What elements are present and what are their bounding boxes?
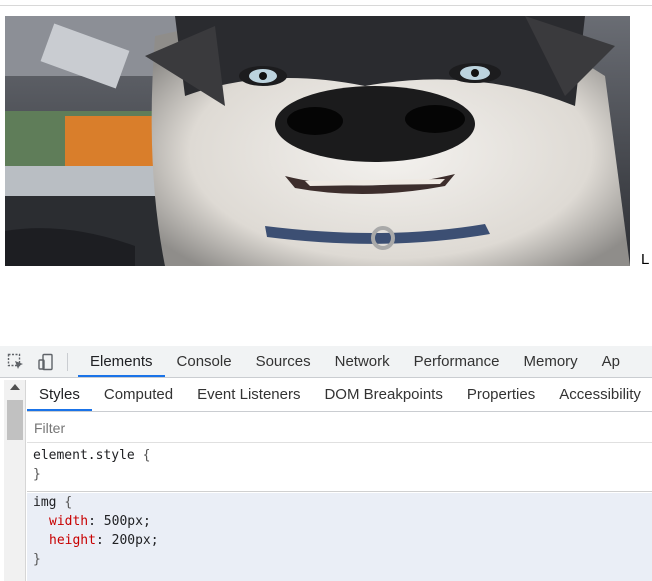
rule-open-brace: {	[64, 495, 73, 510]
property-value[interactable]: 500px	[104, 514, 143, 529]
styles-filter-input[interactable]	[30, 416, 638, 440]
rule-selector[interactable]: element.style	[33, 448, 135, 463]
rule-header: element.style {	[33, 446, 652, 465]
rule-close-brace: }	[33, 467, 41, 482]
style-property-height[interactable]: height: 200px;	[33, 531, 652, 550]
tab-network[interactable]: Network	[323, 346, 402, 377]
devtools-main-tabbar: Elements Console Sources Network Perform…	[0, 346, 652, 378]
rule-selector[interactable]: img	[33, 495, 56, 510]
style-rule-img[interactable]: img { width: 500px; height: 200px; }	[27, 493, 652, 581]
tab-memory[interactable]: Memory	[512, 346, 590, 377]
property-name[interactable]: height	[49, 533, 96, 548]
styles-filter-bar	[27, 413, 652, 443]
inspect-element-icon[interactable]	[5, 351, 27, 373]
style-property-width[interactable]: width: 500px;	[33, 512, 652, 531]
rule-close-brace: }	[33, 552, 41, 567]
subtab-computed[interactable]: Computed	[92, 378, 185, 411]
subtab-properties[interactable]: Properties	[455, 378, 547, 411]
property-value[interactable]: 200px	[112, 533, 151, 548]
toolbar-separator	[67, 352, 68, 371]
dog-photo	[5, 16, 630, 266]
subtab-styles[interactable]: Styles	[27, 378, 92, 411]
subtab-event-listeners[interactable]: Event Listeners	[185, 378, 312, 411]
subtab-dom-breakpoints[interactable]: DOM Breakpoints	[312, 378, 454, 411]
subtab-accessibility[interactable]: Accessibility	[547, 378, 652, 411]
top-divider	[0, 5, 652, 6]
tab-console[interactable]: Console	[165, 346, 244, 377]
sidebar-subtabs: Styles Computed Event Listeners DOM Brea…	[27, 378, 652, 412]
rule-header: img {	[33, 493, 652, 512]
tab-sources[interactable]: Sources	[244, 346, 323, 377]
tab-elements[interactable]: Elements	[78, 346, 165, 377]
tab-performance[interactable]: Performance	[402, 346, 512, 377]
trailing-text: L	[641, 251, 650, 268]
scroll-thumb[interactable]	[7, 400, 23, 440]
property-name[interactable]: width	[49, 514, 88, 529]
style-rule-element-style[interactable]: element.style { }	[27, 446, 652, 492]
scroll-up-icon[interactable]	[10, 384, 20, 390]
device-toolbar-icon[interactable]	[35, 351, 57, 373]
devtools-panel: Elements Console Sources Network Perform…	[0, 346, 652, 581]
tab-application[interactable]: Ap	[590, 346, 632, 377]
rule-open-brace: {	[142, 448, 151, 463]
dom-scrollbar[interactable]	[4, 380, 26, 581]
